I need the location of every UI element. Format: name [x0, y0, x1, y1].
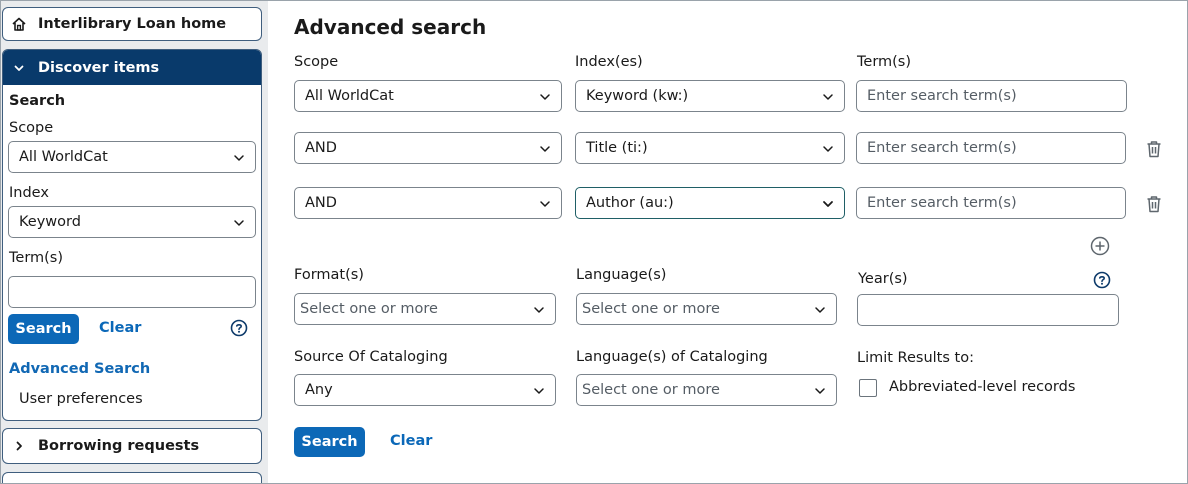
term-input-1-placeholder: Enter search term(s)	[867, 88, 1017, 104]
page-title: Advanced search	[294, 15, 487, 39]
plus-circle-icon[interactable]	[1090, 236, 1110, 256]
formats-select[interactable]: Select one or more	[294, 293, 556, 325]
discover-items-header[interactable]: Discover items	[3, 50, 261, 85]
formats-select-placeholder: Select one or more	[300, 301, 438, 317]
clear-button[interactable]: Clear	[390, 433, 432, 449]
operator-select-3-value: AND	[305, 195, 337, 211]
index-column-label: Index(es)	[575, 54, 643, 70]
term-input-2[interactable]: Enter search term(s)	[856, 132, 1126, 164]
sidebar: Interlibrary Loan home Discover items Se…	[0, 0, 268, 484]
chevron-down-icon	[823, 94, 833, 100]
nav-interlibrary-loan-home[interactable]: Interlibrary Loan home	[2, 7, 262, 41]
index-select-3-value: Author (au:)	[586, 195, 674, 211]
scope-column-label: Scope	[294, 54, 339, 70]
trash-icon[interactable]	[1144, 194, 1164, 214]
sidebar-scope-select[interactable]: All WorldCat	[8, 141, 256, 173]
index-select-1[interactable]: Keyword (kw:)	[575, 80, 845, 112]
source-of-cataloging-label: Source Of Cataloging	[294, 349, 448, 365]
chevron-down-icon	[540, 201, 550, 207]
limit-results-label: Limit Results to:	[857, 350, 974, 366]
chevron-down-icon	[823, 146, 833, 152]
chevron-down-icon	[534, 388, 544, 394]
index-select-3[interactable]: Author (au:)	[575, 187, 845, 219]
term-input-1[interactable]: Enter search term(s)	[856, 80, 1127, 112]
help-circle-icon[interactable]	[1093, 271, 1111, 289]
index-select-2[interactable]: Title (ti:)	[575, 132, 845, 164]
languages-select-placeholder: Select one or more	[582, 301, 720, 317]
chevron-down-icon	[534, 307, 544, 313]
term-input-3[interactable]: Enter search term(s)	[856, 187, 1126, 219]
index-select-1-value: Keyword (kw:)	[586, 88, 689, 104]
chevron-down-icon	[823, 201, 833, 207]
help-circle-icon[interactable]	[230, 319, 248, 337]
nav-borrowing-label: Borrowing requests	[38, 438, 200, 454]
abbreviated-level-label: Abbreviated-level records	[889, 379, 1076, 395]
operator-select-2[interactable]: AND	[294, 132, 562, 164]
operator-select-2-value: AND	[305, 140, 337, 156]
trash-icon[interactable]	[1144, 139, 1164, 159]
index-select-2-value: Title (ti:)	[586, 140, 648, 156]
nav-next-section[interactable]	[2, 472, 262, 484]
discover-items-panel: Discover items Search Scope All WorldCat…	[2, 49, 262, 421]
chevron-down-icon	[815, 307, 825, 313]
sidebar-index-label: Index	[9, 185, 49, 201]
formats-label: Format(s)	[294, 267, 364, 283]
sidebar-advanced-search-link[interactable]: Advanced Search	[9, 361, 150, 377]
languages-label: Language(s)	[576, 267, 667, 283]
sidebar-terms-input[interactable]	[8, 276, 256, 308]
search-button[interactable]: Search	[294, 427, 365, 457]
terms-column-label: Term(s)	[857, 54, 912, 70]
nav-home-label: Interlibrary Loan home	[38, 16, 227, 32]
term-input-3-placeholder: Enter search term(s)	[867, 195, 1017, 211]
sidebar-index-select[interactable]: Keyword	[8, 206, 256, 238]
scope-select-value: All WorldCat	[305, 88, 394, 104]
language-of-cataloging-select[interactable]: Select one or more	[576, 374, 837, 406]
language-of-cataloging-label: Language(s) of Cataloging	[576, 349, 768, 365]
years-input[interactable]	[857, 294, 1119, 326]
sidebar-terms-label: Term(s)	[9, 250, 64, 266]
source-of-cataloging-value: Any	[305, 382, 333, 398]
sidebar-clear-button[interactable]: Clear	[99, 320, 141, 336]
languages-select[interactable]: Select one or more	[576, 293, 837, 325]
home-icon	[11, 16, 27, 32]
sidebar-user-preferences-link[interactable]: User preferences	[19, 391, 143, 407]
scope-select[interactable]: All WorldCat	[294, 80, 562, 112]
chevron-down-icon	[11, 60, 27, 76]
years-label: Year(s)	[858, 271, 908, 287]
chevron-right-icon	[11, 438, 27, 454]
sidebar-scope-label: Scope	[9, 120, 54, 136]
chevron-down-icon	[540, 94, 550, 100]
operator-select-3[interactable]: AND	[294, 187, 562, 219]
abbreviated-level-checkbox[interactable]	[859, 379, 877, 397]
term-input-2-placeholder: Enter search term(s)	[867, 140, 1017, 156]
sidebar-index-value: Keyword	[19, 214, 81, 230]
main-content: Advanced search Scope Index(es) Term(s) …	[268, 0, 1188, 484]
chevron-down-icon	[234, 155, 244, 161]
sidebar-scope-value: All WorldCat	[19, 149, 108, 165]
sidebar-search-title: Search	[9, 93, 66, 109]
discover-items-label: Discover items	[38, 59, 160, 76]
nav-borrowing-requests[interactable]: Borrowing requests	[2, 428, 262, 464]
chevron-down-icon	[815, 388, 825, 394]
chevron-down-icon	[234, 220, 244, 226]
chevron-down-icon	[540, 146, 550, 152]
source-of-cataloging-select[interactable]: Any	[294, 374, 556, 406]
language-of-cataloging-placeholder: Select one or more	[582, 382, 720, 398]
sidebar-search-button[interactable]: Search	[8, 314, 79, 344]
